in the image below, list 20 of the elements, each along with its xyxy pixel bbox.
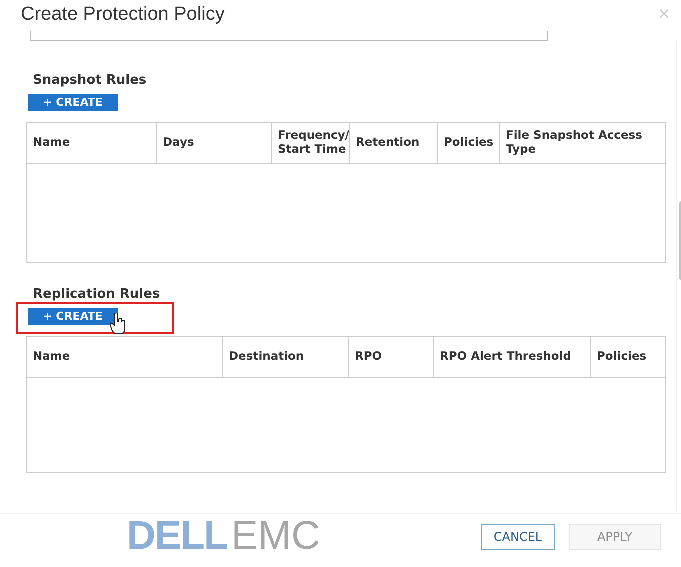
create-button[interactable]: + CREATE — [28, 308, 118, 325]
column-header: Policies — [438, 123, 500, 163]
column-header: RPO — [349, 337, 434, 377]
column-header: RPO Alert Threshold — [434, 337, 591, 377]
column-header: File Snapshot Access Type — [505, 127, 644, 158]
section-heading: Snapshot Rules — [33, 73, 148, 88]
column-header: Days — [157, 123, 272, 163]
logo: DELLEMC — [127, 514, 320, 559]
create-button[interactable]: + CREATE — [28, 94, 118, 111]
hand-cursor-icon — [110, 313, 126, 335]
column-header: Frequency/ Start Time — [272, 123, 350, 163]
window-title: Create Protection Policy — [21, 4, 225, 26]
column-header: Destination — [223, 337, 349, 377]
section-heading: Replication Rules — [33, 287, 162, 302]
column-header: Policies — [596, 348, 648, 366]
column-header: Retention — [350, 123, 438, 163]
column-header: Name — [27, 337, 223, 377]
cancel-button[interactable]: CANCEL — [481, 524, 555, 550]
input-field[interactable] — [30, 31, 548, 41]
column-header: Name — [27, 123, 157, 163]
